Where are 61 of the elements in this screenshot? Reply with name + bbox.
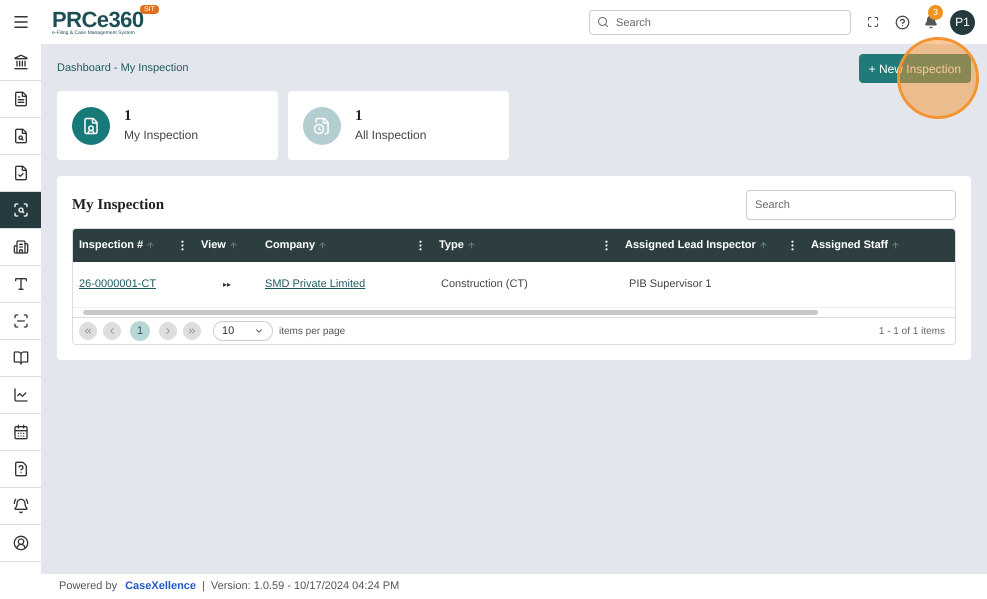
separator: | xyxy=(202,579,205,594)
sidebar-item[interactable] xyxy=(0,192,41,229)
chart-icon xyxy=(12,387,28,403)
stat-label: All Inspection xyxy=(355,126,426,144)
page-button[interactable]: 1 xyxy=(130,321,150,341)
stat-card[interactable]: 1 My Inspection xyxy=(57,91,278,160)
column-header[interactable]: Company xyxy=(259,237,433,254)
help-icon[interactable] xyxy=(895,14,910,30)
book-icon xyxy=(12,350,28,366)
table-title: My Inspection xyxy=(72,196,164,215)
document-check-icon xyxy=(12,165,28,181)
document-icon xyxy=(12,91,28,107)
last-page-icon xyxy=(187,326,197,336)
calendar-icon xyxy=(12,424,28,440)
brand-logo[interactable]: CaseXellence xyxy=(125,578,196,595)
breadcrumb[interactable]: Dashboard - My Inspection xyxy=(57,60,188,77)
table-cell-text: PIB Supervisor 1 xyxy=(628,277,713,292)
column-header[interactable]: Type xyxy=(433,237,619,254)
sort-icon[interactable] xyxy=(228,241,238,250)
bank-icon xyxy=(12,54,28,70)
stat-count: 1 xyxy=(355,107,364,126)
scan-search-icon xyxy=(12,202,28,218)
first-page-icon xyxy=(83,326,93,336)
table-cell-text: Construction (CT) xyxy=(440,277,529,292)
question-document-icon xyxy=(12,461,28,477)
powered-by-text: Powered by xyxy=(59,579,118,594)
scan-icon xyxy=(12,313,28,329)
stat-card[interactable]: 1 All Inspection xyxy=(288,91,509,160)
alarm-icon xyxy=(12,498,28,514)
column-header[interactable]: Inspection # xyxy=(73,237,195,254)
sort-icon[interactable] xyxy=(146,241,156,250)
column-header[interactable]: Assigned Lead Inspector xyxy=(619,237,805,254)
sort-icon[interactable] xyxy=(466,241,476,250)
stat-label: My Inspection xyxy=(124,126,198,144)
document-search-icon xyxy=(12,128,28,144)
menu-button[interactable] xyxy=(12,13,30,31)
sort-icon[interactable] xyxy=(758,241,768,250)
column-header[interactable]: Assigned Staff xyxy=(805,237,955,254)
column-header[interactable]: View xyxy=(195,237,259,254)
table-search-field[interactable]: Search xyxy=(746,190,956,220)
version-text: Version: 1.0.59 - 10/17/2024 04:24 PM xyxy=(210,579,400,594)
view-button[interactable]: ▸▸ xyxy=(223,278,231,290)
page-size-label: items per page xyxy=(279,324,346,338)
pager-summary: 1 - 1 of 1 items xyxy=(878,324,946,338)
notification-count: 3 xyxy=(928,5,943,20)
sort-icon[interactable] xyxy=(318,241,328,250)
building-icon xyxy=(12,239,28,255)
user-icon xyxy=(12,535,28,551)
company-link[interactable]: SMD Private Limited xyxy=(259,276,433,293)
text-icon xyxy=(12,276,28,292)
inspection-link[interactable]: 26-0000001-CT xyxy=(73,276,195,293)
fullscreen-icon[interactable] xyxy=(867,16,879,28)
last-page-button[interactable] xyxy=(183,322,201,340)
first-page-button[interactable] xyxy=(79,322,97,340)
search-icon xyxy=(597,16,609,28)
avatar[interactable]: P1 xyxy=(950,10,975,34)
horizontal-scrollbar[interactable] xyxy=(73,307,955,317)
sort-icon[interactable] xyxy=(891,241,900,250)
stat-count: 1 xyxy=(124,107,132,126)
search-field[interactable]: Search xyxy=(589,10,851,35)
page-size-dropdown[interactable]: 10 xyxy=(213,321,273,341)
